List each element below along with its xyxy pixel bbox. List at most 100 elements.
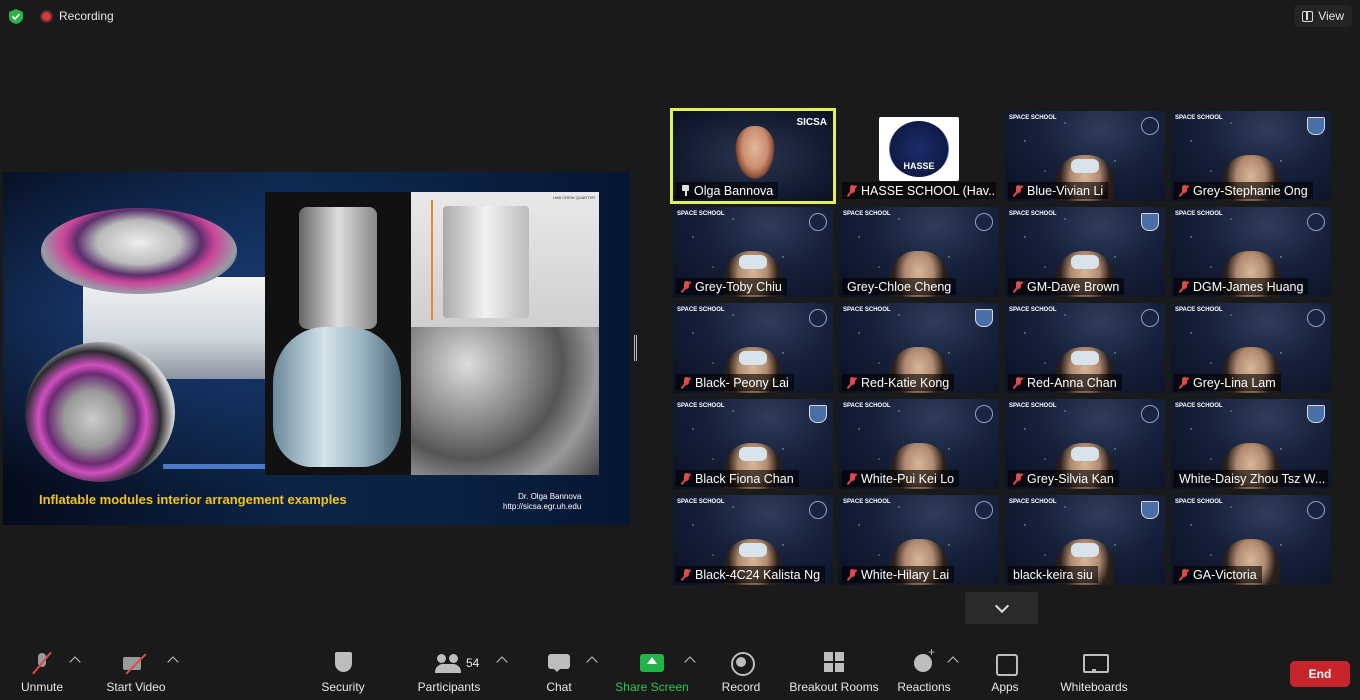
participant-tile[interactable]: SPACE SCHOOL Red-Katie Kong	[839, 303, 999, 393]
recording-label: Recording	[59, 9, 114, 23]
participant-tile[interactable]: SPACE SCHOOL GM-Dave Brown	[1005, 207, 1165, 297]
recording-indicator[interactable]: Recording	[40, 7, 114, 25]
participant-tile[interactable]: SPACE SCHOOL White-Daisy Zhou Tsz W...	[1171, 399, 1331, 489]
face-mask	[739, 543, 767, 557]
team-badge-icon	[1307, 405, 1325, 423]
more-participants-button[interactable]	[965, 592, 1038, 624]
participant-name-tag: Grey-Stephanie Ong	[1174, 182, 1313, 199]
start-video-button[interactable]: Start Video	[104, 640, 168, 700]
apps-button[interactable]: Apps	[986, 640, 1024, 700]
participant-name: GM-Dave Brown	[1027, 279, 1120, 294]
space-school-logo: SPACE SCHOOL	[843, 307, 891, 313]
microphone-muted-icon	[681, 376, 691, 389]
view-button[interactable]: View	[1294, 5, 1352, 27]
space-school-logo: SPACE SCHOOL	[843, 211, 891, 217]
encryption-shield-icon[interactable]	[9, 9, 23, 24]
microphone-muted-icon	[1179, 184, 1189, 197]
participant-tile[interactable]: HASSE HASSE SCHOOL (Hav...	[839, 111, 999, 201]
participant-name-tag: Grey-Lina Lam	[1174, 374, 1281, 391]
participant-tile[interactable]: SPACE SCHOOL DGM-James Huang	[1171, 207, 1331, 297]
participant-tile[interactable]: SPACE SCHOOL black-keira siu	[1005, 495, 1165, 585]
participant-name: black-keira siu	[1013, 567, 1093, 582]
participants-options-caret[interactable]	[496, 656, 508, 668]
chat-button[interactable]: Chat	[543, 640, 575, 700]
face-mask	[1071, 159, 1099, 173]
recording-dot-icon	[40, 9, 53, 23]
apps-icon	[991, 651, 1019, 676]
participant-name: White-Daisy Zhou Tsz W...	[1179, 471, 1326, 486]
end-meeting-button[interactable]: End	[1290, 661, 1350, 687]
microphone-muted-icon	[1179, 376, 1189, 389]
participant-tile[interactable]: SPACE SCHOOL Grey-Chloe Cheng	[839, 207, 999, 297]
participant-name-tag: Blue-Vivian Li	[1008, 182, 1109, 199]
participant-tile[interactable]: SPACE SCHOOL Blue-Vivian Li	[1005, 111, 1165, 201]
participant-tile[interactable]: SPACE SCHOOL Grey-Stephanie Ong	[1171, 111, 1331, 201]
face-mask	[1071, 255, 1099, 269]
participant-tile[interactable]: SPACE SCHOOL Black- Peony Lai	[673, 303, 833, 393]
participant-name-tag: Black- Peony Lai	[676, 374, 794, 391]
face-mask	[739, 255, 767, 269]
record-label: Record	[721, 680, 761, 694]
participant-video	[735, 126, 775, 180]
microphone-muted-icon	[681, 568, 691, 581]
team-badge-icon	[975, 501, 993, 519]
participant-name: Black Fiona Chan	[695, 471, 794, 486]
space-school-logo: SPACE SCHOOL	[1175, 115, 1223, 121]
participant-name-tag: Black-4C24 Kalista Ng	[676, 566, 826, 583]
team-badge-icon	[975, 405, 993, 423]
reactions-label: Reactions	[897, 680, 951, 694]
participant-tile[interactable]: SPACE SCHOOL Red-Anna Chan	[1005, 303, 1165, 393]
record-button[interactable]: Record	[718, 640, 764, 700]
participant-name: Black- Peony Lai	[695, 375, 789, 390]
team-badge-icon	[975, 213, 993, 231]
slide-credit: Dr. Olga Bannova http://sicsa.egr.uh.edu	[503, 492, 582, 511]
chat-options-caret[interactable]	[586, 656, 598, 668]
participants-button[interactable]: Participants	[414, 640, 484, 700]
chevron-down-icon	[994, 598, 1009, 613]
breakout-rooms-button[interactable]: Breakout Rooms	[788, 640, 880, 700]
space-school-logo: SPACE SCHOOL	[677, 307, 725, 313]
space-school-logo: SPACE SCHOOL	[1175, 307, 1223, 313]
participant-tile[interactable]: SPACE SCHOOL White-Pui Kei Lo	[839, 399, 999, 489]
whiteboards-button[interactable]: Whiteboards	[1058, 640, 1130, 700]
microphone-muted-icon	[847, 472, 857, 485]
reactions-button[interactable]: Reactions	[896, 640, 952, 700]
space-school-logo: SPACE SCHOOL	[677, 211, 725, 217]
participant-name-tag: White-Pui Kei Lo	[842, 470, 960, 487]
microphone-muted-icon	[1013, 472, 1023, 485]
participant-name: Black-4C24 Kalista Ng	[695, 567, 821, 582]
participant-name-tag: White-Daisy Zhou Tsz W...	[1174, 470, 1328, 487]
video-options-caret[interactable]	[167, 656, 179, 668]
participant-tile[interactable]: SPACE SCHOOL Grey-Silvia Kan	[1005, 399, 1165, 489]
reactions-icon	[910, 645, 938, 675]
participant-tile[interactable]: SPACE SCHOOL Grey-Lina Lam	[1171, 303, 1331, 393]
share-screen-button[interactable]: Share Screen	[614, 640, 690, 700]
participant-tile[interactable]: SPACE SCHOOL Black-4C24 Kalista Ng	[673, 495, 833, 585]
space-school-logo: SPACE SCHOOL	[1175, 403, 1223, 409]
unmute-button[interactable]: Unmute	[18, 640, 66, 700]
participant-tile[interactable]: SICSA Olga Bannova	[670, 108, 836, 204]
space-school-logo: SPACE SCHOOL	[1175, 211, 1223, 217]
participant-name: DGM-James Huang	[1193, 279, 1304, 294]
participant-name: Grey-Stephanie Ong	[1193, 183, 1308, 198]
panel-splitter-handle[interactable]	[634, 335, 637, 361]
team-badge-icon	[809, 309, 827, 327]
chat-label: Chat	[546, 680, 572, 694]
audio-options-caret[interactable]	[69, 656, 81, 668]
microphone-muted-icon	[681, 280, 691, 293]
security-button[interactable]: Security	[318, 640, 368, 700]
participant-tile[interactable]: SPACE SCHOOL Black Fiona Chan	[673, 399, 833, 489]
team-badge-icon	[1141, 501, 1159, 519]
space-school-logo: SPACE SCHOOL	[1009, 307, 1057, 313]
participant-name: White-Pui Kei Lo	[861, 471, 955, 486]
participant-name: Grey-Toby Chiu	[695, 279, 782, 294]
participants-count: 54	[466, 656, 480, 670]
record-icon	[727, 651, 755, 676]
team-badge-icon	[1141, 405, 1159, 423]
participant-tile[interactable]: SPACE SCHOOL White-Hilary Lai	[839, 495, 999, 585]
slide-title: Inflatable modules interior arrangement …	[39, 492, 347, 507]
team-badge-icon	[1141, 213, 1159, 231]
participant-tile[interactable]: SPACE SCHOOL Grey-Toby Chiu	[673, 207, 833, 297]
participant-tile[interactable]: SPACE SCHOOL GA-Victoria	[1171, 495, 1331, 585]
whiteboard-icon	[1080, 651, 1109, 675]
